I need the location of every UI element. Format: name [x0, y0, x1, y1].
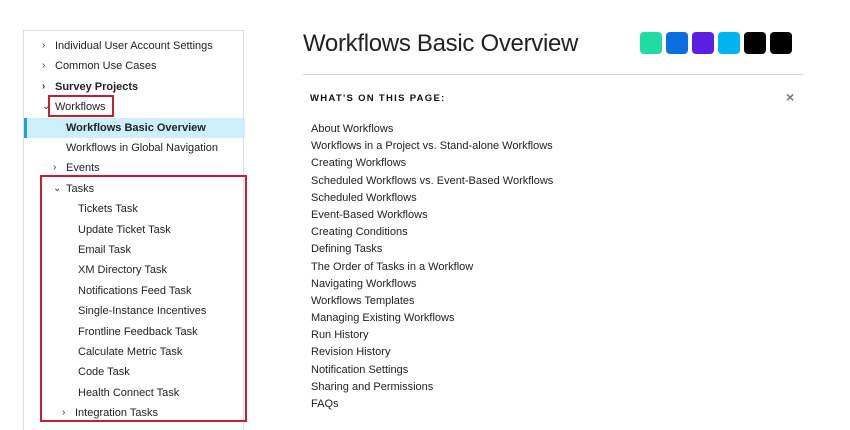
toc-link[interactable]: Creating Conditions [311, 224, 553, 241]
toc-link[interactable]: Notification Settings [311, 362, 553, 379]
sidebar-item-label: Code Task [78, 366, 130, 379]
toc-list: About Workflows Workflows in a Project vs… [311, 121, 553, 413]
toc-link[interactable]: Defining Tasks [311, 241, 553, 258]
chevron-right-icon[interactable]: › [42, 77, 45, 97]
sidebar-item-label: Update Ticket Task [78, 223, 171, 236]
chevron-right-icon[interactable]: › [53, 158, 56, 178]
toc-link[interactable]: Run History [311, 327, 553, 344]
sidebar-item-label: Notifications Feed Task [78, 284, 192, 297]
toc-link[interactable]: Managing Existing Workflows [311, 310, 553, 327]
logo-glyph [666, 32, 688, 54]
toc-link[interactable]: Workflows in a Project vs. Stand-alone W… [311, 138, 553, 155]
sidebar-item-label: Events [66, 162, 100, 175]
chevron-right-icon[interactable]: › [62, 403, 65, 423]
toc-link[interactable]: Scheduled Workflows [311, 190, 553, 207]
sidebar-nav: › Individual User Account Settings › Common… [23, 30, 245, 430]
sidebar-item-label: Tickets Task [78, 203, 138, 216]
sidebar-item-label: Integration Tasks [75, 407, 158, 420]
chevron-right-icon[interactable]: › [42, 56, 45, 76]
sidebar-item-label: Health Connect Task [78, 386, 180, 399]
sidebar-item-label: Common Use Cases [55, 60, 157, 73]
sidebar-item-label: Workflows Basic Overview [66, 121, 206, 134]
sidebar-item-label: Email Task [78, 244, 131, 256]
logo-glyph [640, 32, 662, 54]
logo-glyph [770, 32, 792, 54]
sidebar-item-label: Workflows [55, 101, 106, 114]
logo [640, 32, 792, 54]
toc-link[interactable]: Creating Workflows [311, 155, 553, 172]
chevron-down-icon[interactable]: ⌄ [53, 179, 61, 199]
sidebar-item-label: Calculate Metric Task [78, 346, 183, 358]
sidebar-item-label: Single-Instance Incentives [78, 305, 207, 318]
close-icon[interactable]: × [786, 89, 794, 105]
toc-link[interactable]: Workflows Templates [311, 293, 553, 310]
logo-glyph [692, 32, 714, 54]
sidebar-item-label: Survey Projects [55, 80, 139, 93]
toc-heading: WHAT'S ON THIS PAGE: [310, 93, 446, 104]
sidebar-item-label: Tasks [66, 182, 95, 195]
logo-glyph [744, 32, 766, 54]
toc-link[interactable]: The Order of Tasks in a Workflow [311, 259, 553, 276]
toc-link[interactable]: Sharing and Permissions [311, 379, 553, 396]
toc-link[interactable]: Event-Based Workflows [311, 207, 553, 224]
toc-link[interactable]: About Workflows [311, 121, 553, 138]
sidebar-item-label: Individual User Account Settings [55, 40, 213, 52]
sidebar-item-label: Workflows in Global Navigation [66, 142, 219, 154]
chevron-right-icon[interactable]: › [42, 36, 45, 56]
page-title: Workflows Basic Overview [303, 30, 579, 57]
toc-link[interactable]: Navigating Workflows [311, 276, 553, 293]
toc-link[interactable]: Scheduled Workflows vs. Event-Based Work… [311, 173, 553, 190]
divider [303, 74, 803, 75]
sidebar-item-label: XM Directory Task [78, 264, 168, 277]
sidebar-item-label: Frontline Feedback Task [78, 325, 198, 338]
sidebar-item[interactable]: Workflows Basic Overview [24, 117, 245, 138]
chevron-down-icon[interactable]: ⌄ [42, 97, 50, 117]
toc-link[interactable]: Revision History [311, 344, 553, 361]
logo-glyph [718, 32, 740, 54]
toc-link[interactable]: FAQs [311, 396, 553, 413]
